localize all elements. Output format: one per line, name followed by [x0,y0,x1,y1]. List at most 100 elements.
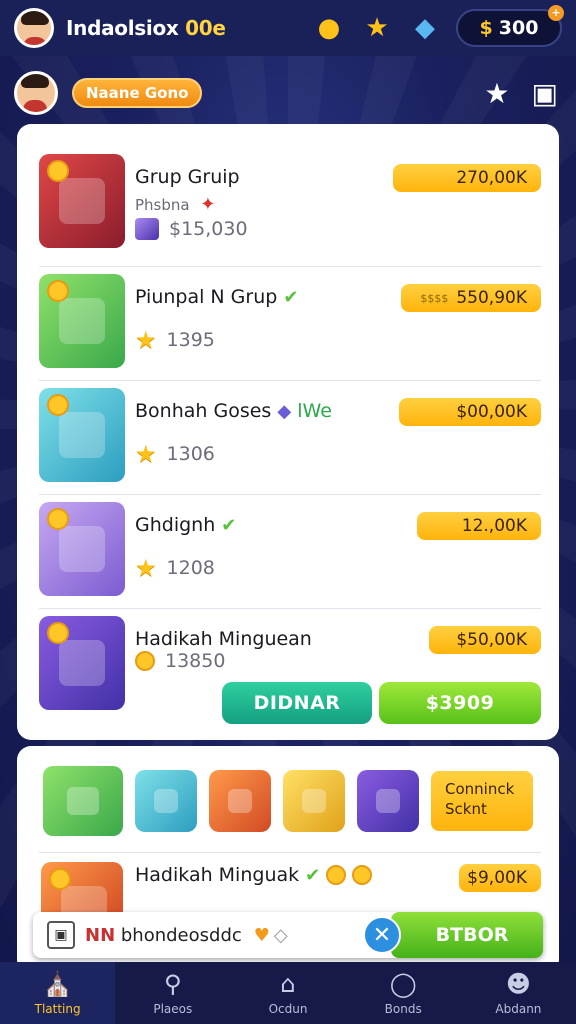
gem-icon [135,218,159,240]
item-meta: $15,030 [135,218,248,240]
character-thumbnail [39,502,125,596]
item-meta: ★ 1395 [135,326,215,354]
profile-actions: ★ ▣ [484,77,558,110]
item-title: Piunpal N Grup ✔ [135,286,298,308]
diamond-icon: ◇ [273,924,288,946]
price-badge[interactable]: 12.,00K [417,512,541,540]
character-thumbnail [39,274,125,368]
diamond-icon[interactable]: ◆ [408,13,442,43]
profile-row: Naane Gono ★ ▣ [14,68,562,118]
item-title: Hadikah Minguak ✔ [135,864,373,886]
nav-label: Plaeos [153,1002,193,1016]
store-icon: ⛪ [42,970,73,998]
teal-action-button[interactable]: DIDNAR [222,682,372,724]
price-value: 550,90K [456,288,527,308]
list-item[interactable]: Grup Gruip Phsbna ✦ $15,030 270,00K [39,154,541,266]
toast-prefix: NN [85,924,116,946]
bottom-nav: ⛪ Tlatting ⚲ Plaeos ⌂ Ocdun ◯ Bonds ☻ Ab… [0,962,576,1024]
nav-item-badge[interactable]: ◯ Bonds [346,962,461,1024]
verified-icon: ✔ [283,287,299,308]
item-title-text: Hadikah Minguak [135,864,300,886]
item-meta-value: 13850 [165,650,226,672]
close-icon[interactable]: ✕ [363,916,401,954]
coin-icon [326,865,347,885]
coin-icon [135,651,155,671]
verified-icon: ✔ [221,515,237,536]
item-title-text: Bonhah Goses [135,400,272,422]
camera-icon[interactable]: ▣ [532,77,558,110]
profile-name-pill[interactable]: Naane Gono [72,78,203,108]
gift-box-icon[interactable] [43,766,123,836]
list-item[interactable]: Ghdignh ✔ ★ 1208 12.,00K [39,502,541,614]
item-meta-value: $15,030 [169,218,248,240]
top-bar: Indaolsiox 00e ● ★ ◆ $ 300 + [0,0,576,56]
cta-box[interactable]: Conninck Scknt [431,771,533,831]
price-badge[interactable]: $$$$ 550,90K [401,284,541,312]
nav-item-profile[interactable]: ☻ Abdann [461,962,576,1024]
divider [39,380,541,381]
toast-action-button[interactable]: BTBOR [391,912,543,958]
item-title: Grup Gruip [135,166,240,188]
verified-icon: ✔ [305,864,321,886]
profile-icon: ☻ [505,970,531,998]
nav-item-store[interactable]: ⛪ Tlatting [0,962,116,1024]
divider [39,266,541,267]
nav-item-search[interactable]: ⚲ Plaeos [115,962,230,1024]
top-icons: ● ★ ◆ $ 300 + [312,5,564,47]
offers-card: Grup Gruip Phsbna ✦ $15,030 270,00K Piun… [17,124,559,740]
item-title: Bonhah Goses ◆ lWe [135,400,332,422]
gift-icon[interactable] [209,770,271,832]
item-subtitle: Phsbna ✦ [135,194,215,215]
favorite-star-icon[interactable]: ★ [484,77,509,110]
currency-icon: $ [479,17,493,39]
item-meta: ★ 1208 [135,554,215,582]
price-badge[interactable]: $50,00K [429,626,541,654]
item-title-text: Piunpal N Grup [135,286,278,308]
item-title: Hadikah Minguean [135,628,312,650]
coin-icon [352,865,373,885]
tablet-thumbnail [39,388,125,482]
gold-box-icon[interactable] [283,770,345,832]
item-meta: 13850 [135,650,225,672]
app-title-main: Indaolsiox [66,16,179,40]
item-meta-value: 1208 [166,557,215,579]
item-subtitle-text: Phsbna [135,196,190,214]
nav-label: Abdann [495,1002,542,1016]
toast-text: NN bhondeosddc [85,925,242,946]
nav-label: Ocdun [268,1002,308,1016]
user-avatar[interactable] [14,8,54,48]
home-icon: ⌂ [280,970,296,998]
list-item[interactable]: Piunpal N Grup ✔ ★ 1395 $$$$ 550,90K [39,274,541,386]
treasure-chest-icon[interactable] [135,770,197,832]
price-badge[interactable]: 270,00K [393,164,541,192]
star-icon: ★ [135,554,157,582]
divider [39,494,541,495]
profile-avatar[interactable] [14,71,58,115]
add-coins-icon[interactable]: + [548,5,564,21]
coin-balance[interactable]: $ 300 + [456,5,564,47]
gem-icon: ◆ [277,401,292,422]
green-action-button[interactable]: $3909 [379,682,541,724]
heart-gem-icon: ♥ [253,924,270,946]
item-meta: ★ 1306 [135,440,215,468]
reward-icons-row: Conninck Scknt [43,766,533,836]
item-title-tag: lWe [297,400,332,422]
star-icon[interactable]: ★ [360,13,394,43]
app-title: Indaolsiox 00e [66,16,226,40]
list-item[interactable]: Bonhah Goses ◆ lWe ★ 1306 $00,00K [39,388,541,500]
toast-message: bhondeosddc [120,924,242,946]
item-title: Ghdignh ✔ [135,514,236,536]
item-title-text: Ghdignh [135,514,216,536]
coins-stack-icon[interactable]: ● [312,13,346,43]
divider [39,852,541,853]
price-badge[interactable]: $9,00K [459,864,541,892]
nav-item-home[interactable]: ⌂ Ocdun [230,962,345,1024]
gift-box-thumbnail [39,154,125,248]
nav-label: Bonds [384,1002,422,1016]
nav-label: Tlatting [34,1002,81,1016]
badge-icon: ◯ [389,970,417,998]
ticket-icon[interactable] [357,770,419,832]
app-title-accent: 00e [185,16,226,40]
price-badge[interactable]: $00,00K [399,398,541,426]
item-meta-value: 1395 [166,329,215,351]
